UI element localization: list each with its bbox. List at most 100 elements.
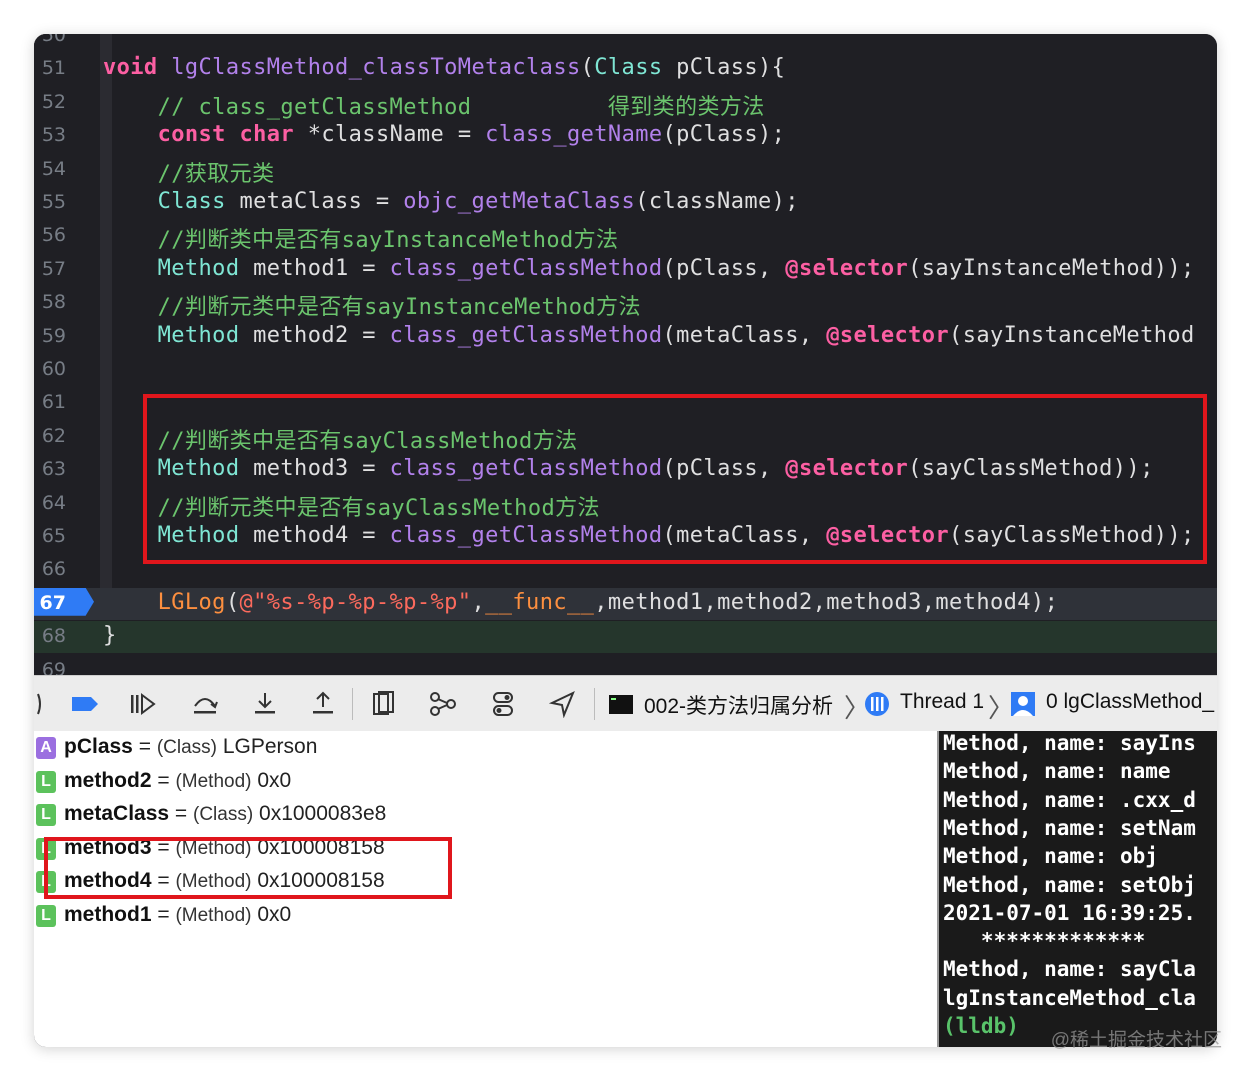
code-token: LGLog [157, 589, 226, 615]
console-line: ************* [943, 929, 1146, 954]
code-line[interactable]: 60 [34, 354, 1217, 386]
code-line[interactable]: 54 //获取元类 [34, 154, 1217, 188]
watermark: @稀土掘金技术社区 [1050, 1030, 1222, 1051]
highlight-box-variables [44, 837, 452, 899]
code-line[interactable]: 58 //判断元类中是否有sayInstanceMethod方法 [34, 287, 1217, 321]
code-token: //判断类中是否有sayInstanceMethod方法 [103, 228, 619, 254]
line-number: 56 [41, 224, 66, 247]
code-token: @selector [826, 322, 950, 348]
console-line: lgInstanceMethod_cla [943, 985, 1196, 1010]
code-token: Class [594, 55, 663, 81]
code-line[interactable]: 57 Method method1 = class_getClassMethod… [34, 254, 1217, 286]
code-token: method2 = [239, 322, 390, 348]
code-token: @"%s-%p-%p-%p-%p" [239, 589, 472, 615]
code-line[interactable]: 67 LGLog(@"%s-%p-%p-%p-%p",__func__,meth… [34, 587, 1217, 620]
debug-console[interactable]: Method, name: sayIns Method, name: name Me… [937, 731, 1217, 1047]
code-token: } [103, 623, 117, 649]
view-hierarchy-icon[interactable] [368, 690, 398, 718]
terminal-icon [609, 695, 633, 714]
breakpoint-toggle-icon[interactable] [70, 690, 100, 718]
code-token: *className = [294, 122, 486, 148]
equals-sign: = [132, 735, 157, 758]
code-text: //获取元类 [103, 156, 275, 188]
variable-summary: metaClass = (Class) 0x1000083e8 [64, 802, 386, 826]
line-number: 63 [41, 458, 66, 481]
line-number: 65 [41, 525, 66, 547]
breadcrumb-frame[interactable]: 0 lgClassMethod_ [1046, 690, 1214, 714]
variable-type: (Class) [193, 804, 254, 826]
step-into-icon[interactable] [250, 690, 280, 718]
code-line[interactable]: 51 void lgClassMethod_classToMetaclass(Cl… [34, 53, 1217, 85]
equals-sign: = [151, 903, 176, 926]
console-line: Method, name: obj [943, 844, 1158, 869]
memory-graph-icon[interactable] [428, 690, 458, 718]
code-token: (metaClass, [662, 322, 827, 348]
code-line[interactable]: 50 [34, 34, 1217, 52]
simulate-location-icon[interactable] [548, 690, 578, 718]
argument-badge-icon: A [36, 737, 56, 759]
local-badge-icon: L [36, 770, 56, 793]
step-out-icon[interactable] [308, 690, 338, 718]
variable-value: 0x1000083e8 [259, 802, 387, 826]
code-token: lgClassMethod_classToMetaclass [171, 55, 581, 81]
code-token: Class [157, 189, 226, 214]
code-token: Method [157, 322, 240, 348]
code-token: //获取元类 [103, 161, 275, 187]
variable-row[interactable]: Lmethod1 = (Method) 0x0 [34, 899, 937, 933]
code-editor[interactable]: 50 51 void lgClassMethod_classToMetaclass(… [34, 34, 1217, 675]
code-token: @selector [785, 255, 909, 281]
breadcrumb-thread[interactable]: Thread 1 [900, 690, 984, 714]
lldb-prompt[interactable]: (lldb) [943, 1014, 1019, 1038]
variable-summary: pClass = (Class) LGPerson [64, 735, 317, 759]
code-line[interactable]: 69 [34, 655, 1217, 675]
line-number: 50 [41, 34, 66, 46]
environment-overrides-icon[interactable] [488, 690, 518, 718]
variable-row[interactable]: LmetaClass = (Class) 0x1000083e8 [34, 798, 937, 832]
debug-bar: 002-类方法归属分析 〉 Thread 1 〉 0 lgClassMethod… [34, 675, 1217, 733]
line-number: 53 [41, 124, 66, 147]
code-text: //判断类中是否有sayInstanceMethod方法 [103, 222, 618, 254]
code-text: } [103, 623, 117, 648]
variable-name: pClass [64, 735, 133, 758]
code-text: Method method1 = class_getClassMethod(pC… [103, 256, 1195, 281]
panel-toggle-icon[interactable] [34, 690, 50, 718]
line-number: 59 [41, 324, 66, 347]
code-line[interactable]: 68} [34, 621, 1217, 654]
variable-name: method2 [64, 768, 152, 792]
line-number: 52 [41, 90, 66, 113]
variable-value: 0x0 [257, 768, 292, 792]
console-line: 2021-07-01 16:39:25. [943, 900, 1196, 925]
code-token: metaClass = [225, 189, 404, 214]
variable-row[interactable]: ApClass = (Class) LGPerson [34, 731, 937, 765]
variables-view[interactable]: ApClass = (Class) LGPerson Lmethod2 = (Me… [34, 731, 937, 1047]
variable-value: LGPerson [222, 735, 318, 758]
console-line: Method, name: sayCla [943, 957, 1196, 982]
code-token: char [239, 122, 295, 148]
code-line[interactable]: 56 //判断类中是否有sayInstanceMethod方法 [34, 220, 1217, 254]
code-token: //判断元类中是否有sayInstanceMethod方法 [103, 295, 641, 321]
line-number: 68 [41, 625, 66, 648]
code-line[interactable]: 59 Method method2 = class_getClassMethod… [34, 321, 1217, 353]
variable-value: 0x0 [257, 903, 292, 926]
code-line[interactable]: 55 Class metaClass = objc_getMetaClass(c… [34, 187, 1217, 219]
variable-row[interactable]: Lmethod2 = (Method) 0x0 [34, 765, 937, 799]
code-text: Method method2 = class_getClassMethod(me… [103, 323, 1195, 348]
toolbar-separator [594, 688, 595, 720]
code-token: objc_getMetaClass [403, 189, 636, 214]
console-line: Method, name: name [943, 759, 1171, 784]
step-over-icon[interactable] [190, 690, 220, 718]
code-line[interactable]: 52 // class_getClassMethod 得到类的类方法 [34, 87, 1217, 120]
continue-icon[interactable] [128, 690, 158, 718]
line-number: 66 [41, 558, 66, 581]
local-badge-icon: L [36, 905, 56, 927]
breadcrumb-target[interactable]: 002-类方法归属分析 [644, 690, 833, 720]
code-line[interactable]: 53 const char *className = class_getName… [34, 120, 1217, 152]
code-text: const char *className = class_getName(pC… [103, 122, 785, 147]
variable-type: (Method) [175, 905, 252, 926]
